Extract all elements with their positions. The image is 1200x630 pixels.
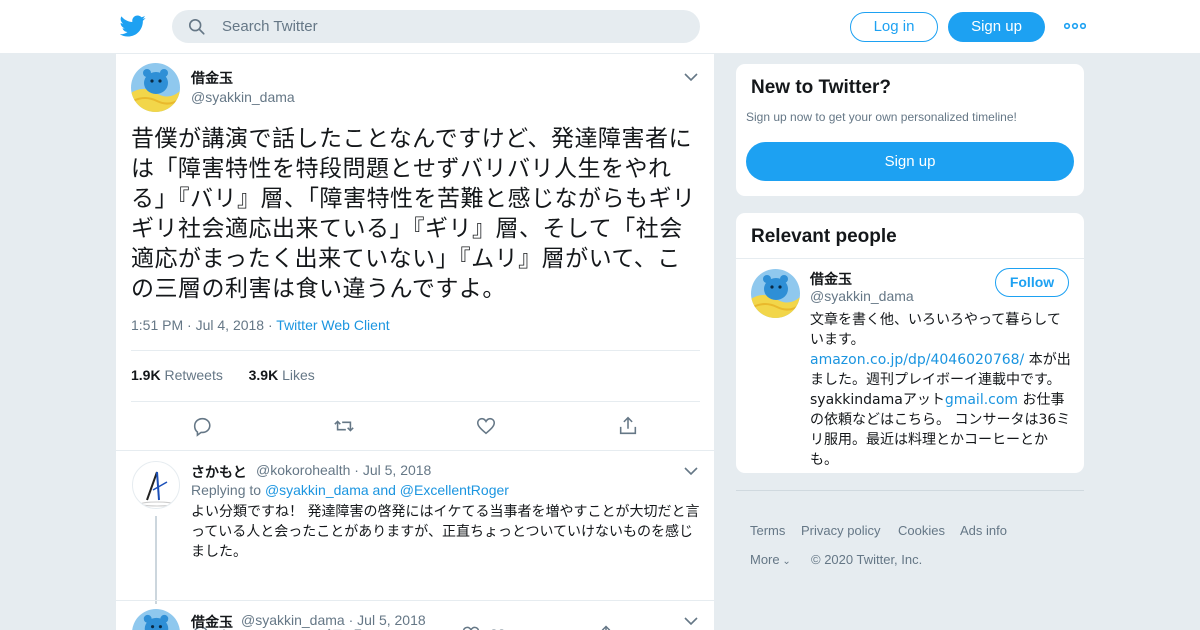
person-handle[interactable]: @syakkin_dama bbox=[810, 288, 914, 304]
footer-cookies-link[interactable]: Cookies bbox=[898, 523, 945, 538]
divider bbox=[131, 401, 700, 402]
bio-link[interactable]: gmail.com bbox=[945, 392, 1018, 408]
reply-author-name[interactable]: さかもと bbox=[191, 462, 247, 482]
follow-button[interactable]: Follow bbox=[995, 268, 1069, 297]
reply-date[interactable]: Jul 5, 2018 bbox=[363, 462, 432, 478]
footer-terms-link[interactable]: Terms bbox=[750, 523, 785, 538]
thread-connector-line bbox=[155, 516, 157, 604]
tweet-timestamp: 1:51 PM · Jul 4, 2018 · Twitter Web Clie… bbox=[131, 317, 390, 333]
card-subtitle: Sign up now to get your own personalized… bbox=[746, 110, 1017, 124]
and-text: and bbox=[372, 482, 396, 498]
tweet-time[interactable]: 1:51 PM bbox=[131, 317, 183, 333]
sidebar-signup-button[interactable]: Sign up bbox=[746, 142, 1074, 181]
retweets-count: 1.9K bbox=[131, 367, 161, 383]
author-name[interactable]: 借金玉 bbox=[191, 68, 233, 88]
author-handle[interactable]: @syakkin_dama bbox=[191, 89, 295, 105]
footer-privacy-link[interactable]: Privacy policy bbox=[801, 523, 880, 538]
reply-mention-link[interactable]: @ExcellentRoger bbox=[400, 482, 509, 498]
retweets-stat[interactable]: 1.9K Retweets bbox=[131, 367, 223, 383]
card-title: New to Twitter? bbox=[751, 77, 892, 98]
new-to-twitter-card: New to Twitter? Sign up now to get your … bbox=[735, 63, 1085, 197]
likes-label: Likes bbox=[282, 367, 315, 383]
chevron-down-icon[interactable] bbox=[684, 466, 698, 476]
separator: · bbox=[187, 317, 196, 333]
footer-copyright: © 2020 Twitter, Inc. bbox=[811, 552, 923, 567]
avatar[interactable] bbox=[751, 269, 800, 318]
replying-to: Replying to @syakkin_dama and @Excellent… bbox=[191, 482, 509, 498]
tweet-stats: 1.9K Retweets 3.9K Likes bbox=[131, 367, 315, 383]
avatar[interactable] bbox=[132, 609, 180, 630]
bio-link[interactable]: amazon.co.jp/dp/4046020768/ bbox=[810, 352, 1024, 368]
relevant-people-card: Relevant people 借金玉 @syakkin_dama Follow… bbox=[735, 212, 1085, 474]
person-name[interactable]: 借金玉 bbox=[810, 269, 852, 289]
chevron-down-icon[interactable] bbox=[684, 616, 698, 626]
search-box[interactable] bbox=[172, 10, 700, 43]
divider bbox=[131, 350, 700, 351]
retweet-icon[interactable] bbox=[333, 415, 355, 437]
divider bbox=[736, 490, 1084, 491]
chevron-down-icon: ⌄ bbox=[779, 556, 791, 567]
chevron-down-icon[interactable] bbox=[684, 72, 698, 82]
person-bio: 文章を書く他、いろいろやって暮らしています。amazon.co.jp/dp/40… bbox=[810, 312, 1071, 468]
like-heart-icon[interactable] bbox=[475, 415, 497, 437]
avatar[interactable] bbox=[132, 461, 180, 509]
tweet-text: 昔僕が講演で話したことなんですけど、発達障害者には「障害特性を特段問題とせずバリ… bbox=[131, 126, 696, 302]
next-author-name[interactable]: 借金玉 bbox=[191, 612, 233, 630]
reply-text: よい分類ですね！ 発達障害の啓発にはイケてる当事者を増やすことが大切だと言ってい… bbox=[191, 504, 700, 560]
tweet-source-link[interactable]: Twitter Web Client bbox=[276, 317, 389, 333]
permalink-column: 借金玉 @syakkin_dama 昔僕が講演で話したことなんですけど、発達障害… bbox=[115, 54, 715, 630]
card-title: Relevant people bbox=[751, 226, 897, 247]
more-dots-icon[interactable] bbox=[1064, 20, 1086, 32]
next-tweet[interactable]: 借金玉 @syakkin_dama · Jul 5, 2018 bbox=[116, 600, 714, 630]
next-date[interactable]: Jul 5, 2018 bbox=[357, 612, 426, 628]
search-icon bbox=[188, 18, 205, 35]
divider bbox=[736, 258, 1084, 259]
login-button[interactable]: Log in bbox=[850, 12, 938, 42]
share-icon[interactable] bbox=[617, 415, 639, 437]
avatar[interactable] bbox=[131, 63, 180, 112]
likes-count: 3.9K bbox=[248, 367, 279, 383]
reply-mention-link[interactable]: @syakkin_dama bbox=[265, 482, 369, 498]
reply-icon[interactable] bbox=[191, 415, 213, 437]
tweet-date[interactable]: Jul 4, 2018 bbox=[196, 317, 265, 333]
next-author-handle[interactable]: @syakkin_dama · Jul 5, 2018 bbox=[241, 612, 426, 628]
top-navigation-bar: Log in Sign up bbox=[0, 0, 1200, 54]
retweets-label: Retweets bbox=[164, 367, 223, 383]
likes-stat[interactable]: 3.9K Likes bbox=[249, 367, 315, 383]
twitter-logo-icon[interactable] bbox=[120, 13, 146, 39]
footer-more-menu[interactable]: More ⌄ bbox=[750, 552, 791, 567]
footer-ads-link[interactable]: Ads info bbox=[960, 523, 1007, 538]
signup-button[interactable]: Sign up bbox=[948, 12, 1045, 42]
reply-author-handle[interactable]: @kokorohealth · Jul 5, 2018 bbox=[256, 462, 431, 478]
search-input[interactable] bbox=[222, 10, 682, 43]
